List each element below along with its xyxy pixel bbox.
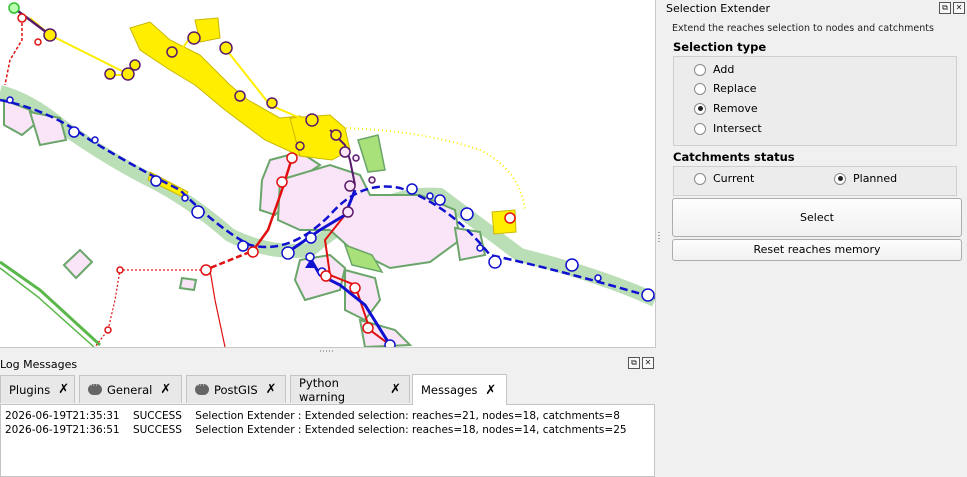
selection-type-group: Add Replace Remove Intersect bbox=[673, 56, 957, 146]
tab-python-warning[interactable]: Python warning ✗ bbox=[290, 375, 410, 404]
tab-label: Plugins bbox=[9, 382, 51, 397]
tab-label: PostGIS bbox=[214, 382, 258, 397]
map-drawing bbox=[0, 2, 655, 347]
radio-intersect[interactable]: Intersect bbox=[694, 122, 762, 135]
radio-label: Replace bbox=[713, 82, 757, 95]
radio-indicator bbox=[834, 172, 846, 185]
log-messages-area[interactable]: 2026-06-19T21:35:31 SUCCESS Selection Ex… bbox=[0, 404, 655, 477]
tab-messages[interactable]: Messages ✗ bbox=[412, 374, 507, 405]
speech-bubble-icon bbox=[88, 381, 102, 395]
selection-type-label: Selection type bbox=[673, 40, 767, 54]
radio-label: Add bbox=[713, 63, 735, 76]
close-tab-icon[interactable]: ✗ bbox=[266, 382, 277, 397]
reset-reaches-memory-button[interactable]: Reset reaches memory bbox=[672, 239, 962, 261]
radio-indicator bbox=[694, 63, 706, 76]
float-icon[interactable]: ⧉ bbox=[939, 2, 951, 14]
log-messages-panel: Log Messages ⧉ ✕ Plugins ✗ General ✗ Pos… bbox=[0, 354, 655, 477]
radio-label: Remove bbox=[713, 102, 758, 115]
close-tab-icon[interactable]: ✗ bbox=[390, 382, 401, 397]
tab-label: Messages bbox=[421, 383, 478, 397]
close-icon[interactable]: ✕ bbox=[642, 357, 654, 369]
radio-label: Intersect bbox=[713, 122, 762, 135]
radio-label: Current bbox=[713, 172, 755, 185]
catchments-status-label: Catchments status bbox=[673, 150, 795, 164]
radio-indicator bbox=[694, 122, 706, 135]
tab-label: Python warning bbox=[299, 375, 346, 404]
select-button[interactable]: Select bbox=[672, 198, 962, 237]
tab-postgis[interactable]: PostGIS ✗ bbox=[186, 375, 286, 403]
log-panel-title: Log Messages bbox=[0, 358, 78, 371]
radio-replace[interactable]: Replace bbox=[694, 82, 757, 95]
radio-indicator bbox=[694, 172, 706, 185]
radio-current[interactable]: Current bbox=[694, 172, 754, 185]
log-line: 2026-06-19T21:36:51 SUCCESS Selection Ex… bbox=[5, 424, 627, 436]
dock-description: Extend the reaches selection to nodes an… bbox=[672, 23, 934, 34]
close-tab-icon[interactable]: ✗ bbox=[58, 382, 69, 397]
catchments-status-group: Current Planned bbox=[673, 166, 957, 196]
close-tab-icon[interactable]: ✗ bbox=[485, 383, 496, 398]
start-node bbox=[8, 2, 20, 14]
dock-title: Selection Extender bbox=[666, 2, 770, 15]
tab-label: General bbox=[107, 382, 153, 397]
radio-add[interactable]: Add bbox=[694, 63, 734, 76]
radio-remove[interactable]: Remove bbox=[694, 102, 758, 115]
map-canvas[interactable] bbox=[0, 0, 656, 348]
close-tab-icon[interactable]: ✗ bbox=[160, 382, 171, 397]
radio-label: Planned bbox=[853, 172, 898, 185]
float-icon[interactable]: ⧉ bbox=[628, 357, 640, 369]
radio-planned[interactable]: Planned bbox=[834, 172, 897, 185]
speech-bubble-icon bbox=[195, 381, 209, 395]
selection-extender-dock: Selection Extender ⧉ ✕ Extend the reache… bbox=[662, 0, 967, 475]
radio-indicator bbox=[694, 82, 706, 95]
radio-indicator bbox=[694, 102, 706, 115]
log-tabs: Plugins ✗ General ✗ PostGIS ✗ Python war… bbox=[0, 374, 655, 405]
tab-general[interactable]: General ✗ bbox=[79, 375, 182, 403]
close-icon[interactable]: ✕ bbox=[953, 2, 965, 14]
tab-plugins[interactable]: Plugins ✗ bbox=[0, 375, 75, 403]
log-line: 2026-06-19T21:35:31 SUCCESS Selection Ex… bbox=[5, 410, 620, 422]
